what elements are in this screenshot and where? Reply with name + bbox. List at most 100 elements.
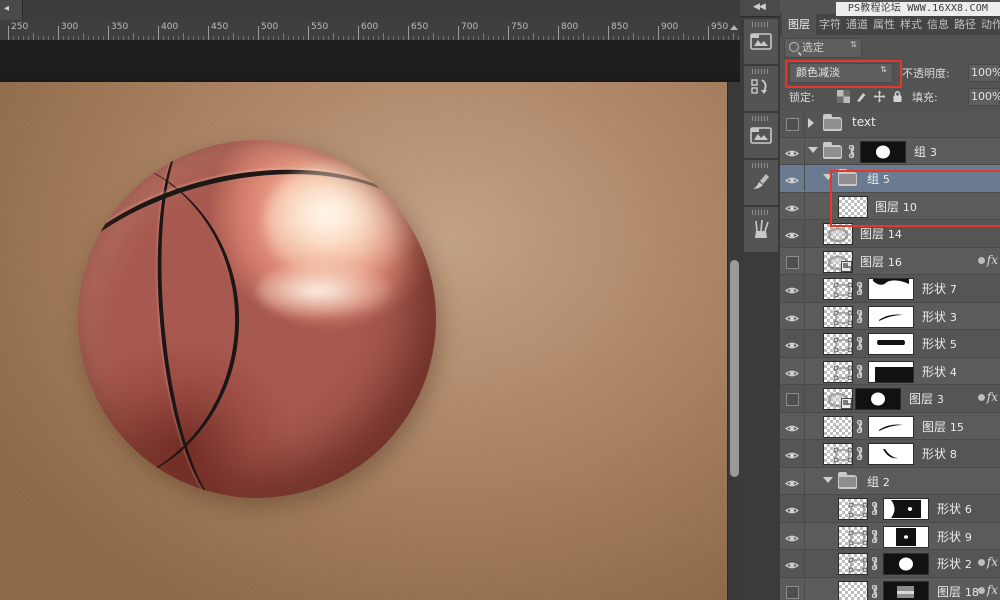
layer-visibility-toggle[interactable] xyxy=(780,275,805,301)
layer-mask-thumbnail[interactable] xyxy=(883,498,929,520)
panel-tab-4[interactable]: 样式 xyxy=(898,14,924,35)
link-mask-icon[interactable] xyxy=(870,501,879,516)
layer-row[interactable]: 形状 4 xyxy=(780,357,1000,385)
brush-panel-button[interactable] xyxy=(743,159,779,206)
layer-mask-thumbnail[interactable] xyxy=(855,388,901,410)
layer-thumbnail[interactable] xyxy=(823,223,853,245)
link-mask-icon[interactable] xyxy=(870,529,879,543)
link-mask-icon[interactable] xyxy=(855,446,864,461)
layer-visibility-toggle[interactable] xyxy=(780,165,805,191)
layer-mask-thumbnail[interactable] xyxy=(868,278,914,300)
canvas-vertical-scrollbar[interactable] xyxy=(727,82,741,600)
layer-visibility-toggle[interactable] xyxy=(780,357,805,384)
layer-mask-thumbnail[interactable] xyxy=(860,140,906,163)
layer-visibility-toggle[interactable] xyxy=(780,137,805,164)
lock-all-icon[interactable] xyxy=(891,90,904,103)
layer-visibility-toggle[interactable] xyxy=(780,385,805,411)
canvas-scrollbar-thumb[interactable] xyxy=(730,260,739,477)
layer-thumbnail[interactable] xyxy=(823,278,853,300)
layer-list[interactable]: text 组 3 组 5 图层 10 图层 14 图层 16 fx 形状 7 形状 3 形状 5 形… xyxy=(780,110,1000,600)
layer-thumbnail[interactable] xyxy=(838,525,868,548)
layer-row[interactable]: 形状 7 xyxy=(780,275,1000,303)
canvas[interactable]: ·cn xyxy=(0,82,727,600)
layer-visibility-toggle[interactable] xyxy=(780,522,805,549)
layer-row[interactable]: 图层 16 fx xyxy=(780,247,1000,275)
layer-effects-indicator-icon[interactable]: fx xyxy=(977,555,998,569)
layer-visibility-toggle[interactable] xyxy=(780,495,805,521)
layer-thumbnail[interactable] xyxy=(823,250,853,273)
layer-row[interactable]: 形状 3 xyxy=(780,302,1000,330)
panel-tab-7[interactable]: 动作 xyxy=(979,14,1000,35)
panel-tab-1[interactable]: 字符 xyxy=(817,14,843,35)
chevron-down-icon[interactable] xyxy=(823,174,833,180)
link-mask-icon[interactable] xyxy=(855,419,864,433)
layer-row[interactable]: 形状 6 xyxy=(780,495,1000,523)
layer-visibility-toggle[interactable] xyxy=(780,110,805,136)
collapse-panels-button[interactable]: ◀◀ xyxy=(740,0,780,17)
tool-presets-panel-button[interactable] xyxy=(743,206,779,253)
fill-input[interactable]: 100% xyxy=(968,88,1000,106)
layer-mask-thumbnail[interactable] xyxy=(883,525,929,548)
mini-bridge-panel-button-2[interactable] xyxy=(743,112,779,159)
layer-visibility-toggle[interactable] xyxy=(780,330,805,356)
layer-row[interactable]: 形状 8 xyxy=(780,440,1000,468)
layer-mask-thumbnail[interactable] xyxy=(883,553,929,575)
layer-thumbnail[interactable] xyxy=(838,553,868,575)
layer-thumbnail[interactable] xyxy=(823,388,853,410)
layer-row[interactable]: 组 3 xyxy=(780,137,1000,165)
layer-row[interactable]: 组 2 xyxy=(780,467,1000,495)
layer-visibility-toggle[interactable] xyxy=(780,192,805,219)
layer-row[interactable]: 图层 18 fx xyxy=(780,577,1000,600)
chevron-down-icon[interactable] xyxy=(823,476,833,483)
layer-visibility-toggle[interactable] xyxy=(780,440,805,466)
link-mask-icon[interactable] xyxy=(847,144,856,158)
layer-effects-indicator-icon[interactable]: fx xyxy=(977,583,998,597)
layer-row[interactable]: 组 5 xyxy=(780,165,1000,193)
link-mask-icon[interactable] xyxy=(855,281,864,296)
layer-mask-thumbnail[interactable] xyxy=(868,360,914,383)
layer-visibility-toggle[interactable] xyxy=(780,467,805,494)
lock-transparent-pixels-icon[interactable] xyxy=(837,90,850,103)
layer-thumbnail[interactable] xyxy=(838,580,868,600)
layer-effects-indicator-icon[interactable]: fx xyxy=(977,253,998,267)
panel-tab-2[interactable]: 通道 xyxy=(844,14,870,35)
layer-mask-thumbnail[interactable] xyxy=(868,305,914,328)
document-tab[interactable]: ◂ xyxy=(0,0,23,20)
layer-visibility-toggle[interactable] xyxy=(780,220,805,246)
layer-visibility-toggle[interactable] xyxy=(780,550,805,576)
layer-row[interactable]: 形状 5 xyxy=(780,330,1000,358)
layer-thumbnail[interactable] xyxy=(823,333,853,355)
layer-visibility-toggle[interactable] xyxy=(780,577,805,600)
link-mask-icon[interactable] xyxy=(855,364,864,378)
link-mask-icon[interactable] xyxy=(855,336,864,351)
layer-visibility-toggle[interactable] xyxy=(780,302,805,329)
panel-tab-0[interactable]: 图层 xyxy=(782,14,816,35)
layer-thumbnail[interactable] xyxy=(838,498,868,520)
layer-thumbnail[interactable] xyxy=(823,443,853,465)
link-mask-icon[interactable] xyxy=(855,309,864,323)
lock-position-icon[interactable] xyxy=(873,90,886,103)
chevron-right-icon[interactable] xyxy=(808,118,814,128)
lock-image-pixels-icon[interactable] xyxy=(855,90,868,103)
layer-row[interactable]: 图层 10 xyxy=(780,192,1000,220)
panel-tab-6[interactable]: 路径 xyxy=(952,14,978,35)
layer-row[interactable]: 形状 9 xyxy=(780,522,1000,550)
layer-mask-thumbnail[interactable] xyxy=(883,580,929,600)
link-mask-icon[interactable] xyxy=(870,556,879,571)
layer-thumbnail[interactable] xyxy=(823,360,853,383)
opacity-input[interactable]: 100% xyxy=(968,64,1000,82)
panel-tab-3[interactable]: 属性 xyxy=(871,14,897,35)
link-mask-icon[interactable] xyxy=(870,584,879,598)
blend-mode-select[interactable]: 颜色减淡 ⇅ xyxy=(789,63,893,83)
layer-mask-thumbnail[interactable] xyxy=(868,333,914,355)
layer-row[interactable]: 图层 15 xyxy=(780,412,1000,440)
layer-row[interactable]: 图层 14 xyxy=(780,220,1000,248)
layer-mask-thumbnail[interactable] xyxy=(868,415,914,438)
panel-tab-5[interactable]: 信息 xyxy=(925,14,951,35)
layer-thumbnail[interactable] xyxy=(838,195,868,218)
mini-bridge-panel-button[interactable] xyxy=(743,18,779,65)
layer-visibility-toggle[interactable] xyxy=(780,247,805,274)
layer-filter-kind-select[interactable]: 选定 ⇅ xyxy=(784,38,862,58)
layer-visibility-toggle[interactable] xyxy=(780,412,805,439)
layer-thumbnail[interactable] xyxy=(823,415,853,438)
